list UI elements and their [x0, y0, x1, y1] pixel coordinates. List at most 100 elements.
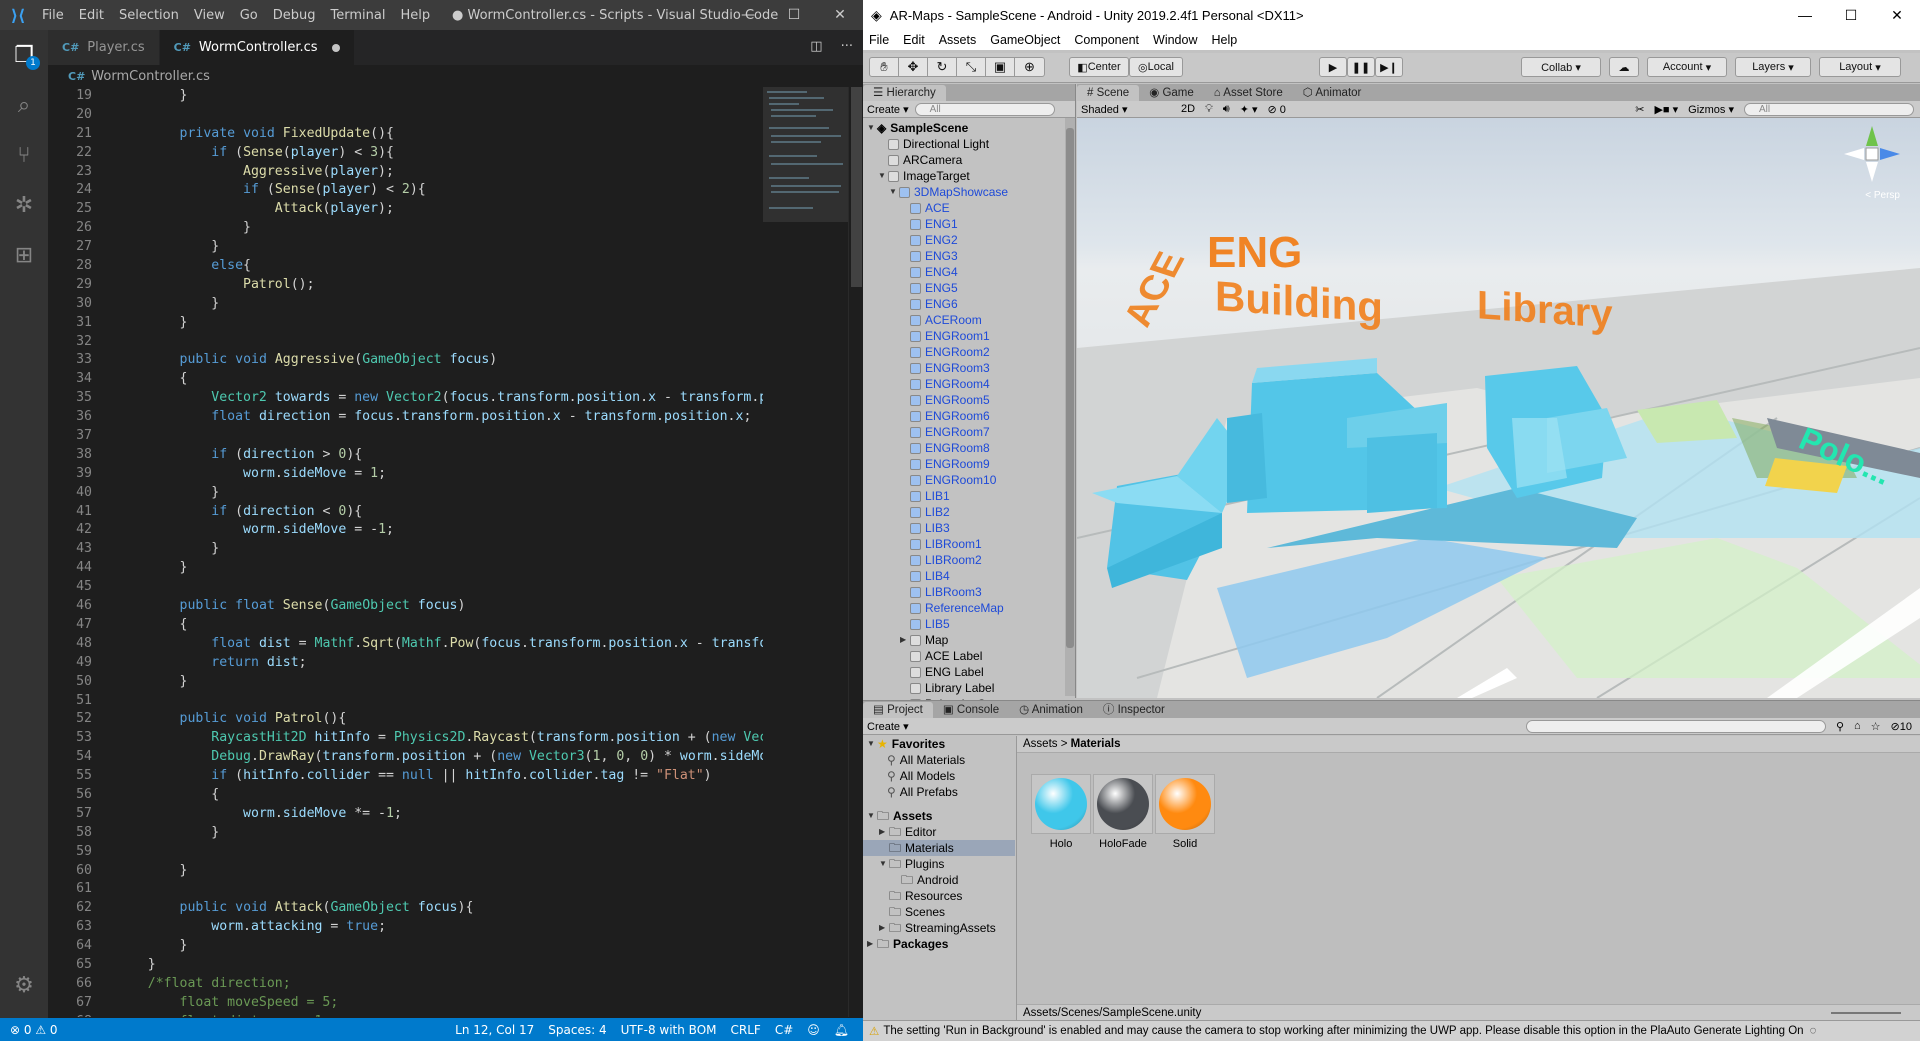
code-line[interactable]: 47 {	[48, 616, 763, 635]
hierarchy-item[interactable]: LIB5	[867, 616, 1075, 632]
menu-debug[interactable]: Debug	[273, 8, 316, 23]
code-editor[interactable]: 19 } 20 21 private void FixedUpdate(){22 i…	[48, 87, 763, 1017]
encoding[interactable]: UTF-8 with BOM	[621, 1023, 717, 1037]
hierarchy-item[interactable]: ACERoom	[867, 312, 1075, 328]
asset-folder[interactable]: ▶ 🗀︎ Editor	[863, 824, 1015, 840]
code-line[interactable]: 40 }	[48, 484, 763, 503]
menu-terminal[interactable]: Terminal	[331, 8, 386, 23]
code-line[interactable]: 42 worm.sideMove = -1;	[48, 521, 763, 540]
hierarchy-item[interactable]: ENG2	[867, 232, 1075, 248]
account-dropdown[interactable]: Account ▾	[1647, 57, 1727, 77]
hierarchy-item[interactable]: ▼ ImageTarget	[867, 168, 1075, 184]
toggle-2d-button[interactable]: 2D	[1181, 103, 1195, 115]
audio-toggle-icon[interactable]: 🔊︎	[1223, 103, 1230, 116]
code-line[interactable]: 21 private void FixedUpdate(){	[48, 125, 763, 144]
hierarchy-item[interactable]: ENG Label	[867, 664, 1075, 680]
scale-tool-icon[interactable]: ⤡	[957, 57, 986, 77]
effects-dropdown-icon[interactable]: ✦ ▾	[1240, 103, 1258, 116]
project-create-button[interactable]: Create ▾	[867, 720, 909, 733]
console-warning-message[interactable]: The setting 'Run in Background' is enabl…	[883, 1025, 1666, 1037]
settings-gear-icon[interactable]: ⚙	[0, 960, 48, 1010]
menu-component[interactable]: Component	[1074, 33, 1139, 47]
language-mode[interactable]: C#	[775, 1023, 793, 1037]
scene-root[interactable]: ▼ ◈ SampleScene	[867, 120, 1075, 136]
menu-edit[interactable]: Edit	[79, 8, 104, 23]
pivot-local-button[interactable]: ◎ Local	[1129, 57, 1183, 77]
hierarchy-item[interactable]: ENGRoom6	[867, 408, 1075, 424]
code-line[interactable]: 35 Vector2 towards = new Vector2(focus.t…	[48, 389, 763, 408]
hierarchy-item[interactable]: ENGRoom2	[867, 344, 1075, 360]
filter-by-label-icon[interactable]: ⌂	[1854, 720, 1861, 732]
favorites-folder[interactable]: ▼ ★ Favorites	[863, 736, 1015, 752]
move-tool-icon[interactable]: ✥	[899, 57, 928, 77]
minimize-icon[interactable]: —	[1782, 0, 1828, 30]
tab-console[interactable]: ▣ Console	[933, 702, 1009, 718]
tab-inspector[interactable]: ⓘ Inspector	[1093, 702, 1175, 718]
hierarchy-item[interactable]: LIB4	[867, 568, 1075, 584]
search-icon[interactable]: ⌕	[0, 80, 48, 130]
expand-arrow-icon[interactable]: ▼	[889, 184, 899, 200]
code-line[interactable]: 32	[48, 333, 763, 352]
hierarchy-item[interactable]: ACE	[867, 200, 1075, 216]
hierarchy-item[interactable]: ENGRoom9	[867, 456, 1075, 472]
code-line[interactable]: 61	[48, 880, 763, 899]
pause-button[interactable]: ❚❚	[1347, 57, 1375, 77]
hierarchy-item[interactable]: ACE Label	[867, 648, 1075, 664]
hierarchy-item[interactable]: ENG4	[867, 264, 1075, 280]
code-line[interactable]: 55 if (hitInfo.collider == null || hitIn…	[48, 767, 763, 786]
hierarchy-item[interactable]: ENG3	[867, 248, 1075, 264]
tab-wormcontroller-cs[interactable]: C# WormController.cs	[159, 30, 355, 65]
project-search-input[interactable]	[1525, 719, 1826, 733]
code-line[interactable]: 51	[48, 692, 763, 711]
code-line[interactable]: 39 worm.sideMove = 1;	[48, 465, 763, 484]
code-line[interactable]: 52 public void Patrol(){	[48, 710, 763, 729]
favorite-star-icon[interactable]: ☆	[1871, 720, 1881, 733]
hierarchy-item[interactable]: ENG1	[867, 216, 1075, 232]
icon-size-slider[interactable]	[1831, 1012, 1901, 1014]
asset-folder[interactable]: ▶ 🗀︎ StreamingAssets	[863, 920, 1015, 936]
expand-arrow-icon[interactable]: ▶	[900, 632, 910, 648]
filter-by-type-icon[interactable]: ⚲	[1836, 720, 1844, 733]
hierarchy-item[interactable]: Directional Light	[867, 136, 1075, 152]
scene-viewport[interactable]: ACE ENG Building Library Polo... < Persp	[1077, 118, 1920, 698]
favorite-item[interactable]: ⚲ All Materials	[863, 752, 1015, 768]
menu-edit[interactable]: Edit	[903, 33, 925, 47]
packages-folder[interactable]: ▶ 🗀︎ Packages	[863, 936, 1015, 952]
code-line[interactable]: 62 public void Attack(GameObject focus){	[48, 899, 763, 918]
hierarchy-item[interactable]: ▼ 3DMapShowcase	[867, 184, 1075, 200]
tab-asset-store[interactable]: ⌂ Asset Store	[1204, 85, 1293, 101]
hierarchy-item[interactable]: ENGRoom3	[867, 360, 1075, 376]
more-actions-icon[interactable]: ···	[841, 39, 853, 54]
code-line[interactable]: 20	[48, 106, 763, 125]
feedback-smiley-icon[interactable]: ☺	[807, 1023, 820, 1037]
close-icon[interactable]: ✕	[817, 0, 863, 30]
hierarchy-item[interactable]: ENGRoom8	[867, 440, 1075, 456]
asset-folder[interactable]: 🗀︎ Scenes	[863, 904, 1015, 920]
scrollbar-thumb[interactable]	[851, 87, 862, 287]
tab-hierarchy[interactable]: ☰ Hierarchy	[863, 85, 946, 101]
hierarchy-item[interactable]: ReferenceMap	[867, 600, 1075, 616]
hierarchy-scrollbar[interactable]	[1065, 118, 1075, 696]
code-line[interactable]: 59	[48, 843, 763, 862]
hierarchy-item[interactable]: ENGRoom1	[867, 328, 1075, 344]
collab-button[interactable]: Collab ▾	[1521, 57, 1601, 77]
code-line[interactable]: 49 return dist;	[48, 654, 763, 673]
breadcrumb-materials[interactable]: Materials	[1071, 738, 1121, 750]
favorite-item[interactable]: ⚲ All Prefabs	[863, 784, 1015, 800]
editor-scrollbar[interactable]	[848, 87, 863, 1017]
debug-icon[interactable]: ✲	[0, 180, 48, 230]
explorer-icon[interactable]: ❐ 1	[0, 30, 48, 80]
code-line[interactable]: 46 public float Sense(GameObject focus)	[48, 597, 763, 616]
code-line[interactable]: 44 }	[48, 559, 763, 578]
code-line[interactable]: 30 }	[48, 295, 763, 314]
indentation[interactable]: Spaces: 4	[548, 1023, 606, 1037]
rotate-tool-icon[interactable]: ↻	[928, 57, 957, 77]
menu-file[interactable]: File	[869, 33, 889, 47]
notifications-bell-icon[interactable]: 🔔︎	[834, 1023, 849, 1037]
code-line[interactable]: 25 Attack(player);	[48, 200, 763, 219]
menu-selection[interactable]: Selection	[119, 8, 179, 23]
gizmos-dropdown[interactable]: Gizmos ▾	[1688, 103, 1734, 116]
code-line[interactable]: 54 Debug.DrawRay(transform.position + (n…	[48, 748, 763, 767]
code-line[interactable]: 58 }	[48, 824, 763, 843]
code-line[interactable]: 26 }	[48, 219, 763, 238]
